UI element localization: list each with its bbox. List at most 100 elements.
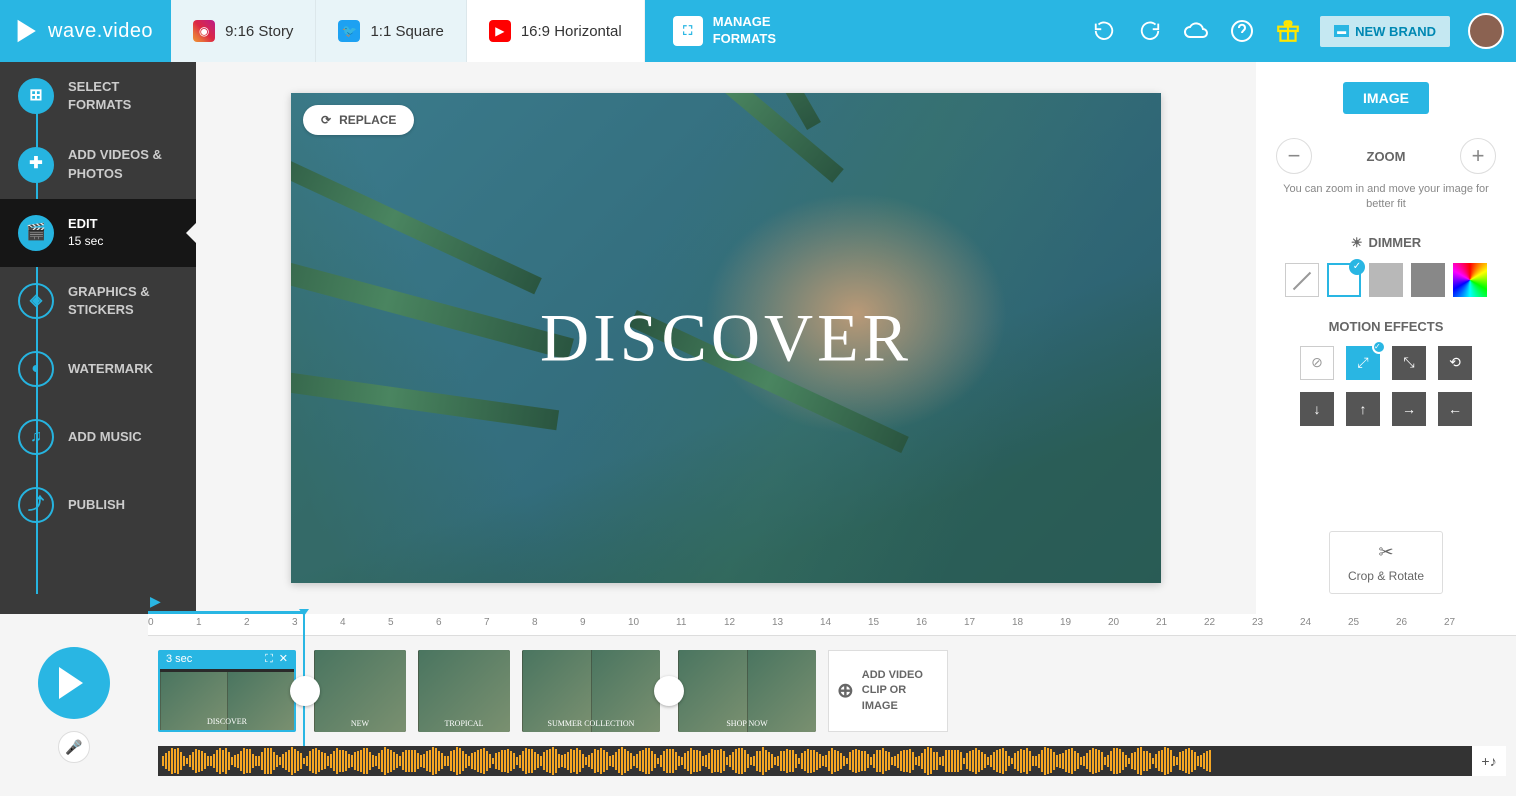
redo-icon[interactable] bbox=[1136, 17, 1164, 45]
music-icon: ♫ bbox=[18, 419, 54, 455]
ruler-mark: 22 bbox=[1204, 617, 1215, 628]
ruler-mark: 15 bbox=[868, 617, 879, 628]
avatar[interactable] bbox=[1468, 13, 1504, 49]
add-clip-icon: ⊕ bbox=[837, 677, 854, 705]
canvas[interactable]: DISCOVER ⟳ REPLACE bbox=[291, 93, 1161, 583]
ruler-mark: 6 bbox=[436, 617, 442, 628]
tab-story[interactable]: ◉ 9:16 Story bbox=[171, 0, 316, 62]
add-clip-button[interactable]: ⊕ ADD VIDEO CLIP OR IMAGE bbox=[828, 650, 948, 732]
audio-track[interactable]: +♪ bbox=[158, 746, 1506, 776]
motion-effects: ⊘ ⤢✓ ⤡ ⟲ ↓ ↑ → ← bbox=[1300, 346, 1472, 426]
ruler-mark: 10 bbox=[628, 617, 639, 628]
manage-formats-button[interactable]: ⛶ MANAGE FORMATS bbox=[653, 14, 796, 48]
zoom-label: ZOOM bbox=[1367, 149, 1406, 164]
formats-icon: ⊞ bbox=[18, 78, 54, 114]
zoom-in-button[interactable]: + bbox=[1460, 138, 1496, 174]
ruler[interactable]: 0123456789101112131415161718192021222324… bbox=[148, 614, 1516, 636]
effect-down[interactable]: ↓ bbox=[1300, 392, 1334, 426]
logo[interactable]: wave.video bbox=[12, 17, 153, 45]
header-actions: ▬ NEW BRAND bbox=[1090, 13, 1504, 49]
ruler-mark: 24 bbox=[1300, 617, 1311, 628]
twitter-icon: 🐦 bbox=[338, 20, 360, 42]
progress-indicator bbox=[148, 611, 303, 614]
cloud-icon[interactable] bbox=[1182, 17, 1210, 45]
logo-icon bbox=[12, 17, 40, 45]
help-icon[interactable] bbox=[1228, 17, 1256, 45]
tab-label: 9:16 Story bbox=[225, 23, 293, 40]
close-icon[interactable]: ✕ bbox=[279, 653, 288, 665]
zoom-hint: You can zoom in and move your image for … bbox=[1276, 182, 1496, 213]
image-tab-button[interactable]: IMAGE bbox=[1343, 82, 1429, 114]
sidebar-label: WATERMARK bbox=[68, 360, 153, 378]
sidebar-item-publish[interactable]: ⤴ PUBLISH bbox=[0, 471, 196, 539]
dimmer-color-picker[interactable] bbox=[1453, 263, 1487, 297]
play-button[interactable] bbox=[38, 647, 110, 719]
expand-icon[interactable]: ⛶ bbox=[265, 653, 273, 665]
ruler-mark: 1 bbox=[196, 617, 202, 628]
ruler-mark: 21 bbox=[1156, 617, 1167, 628]
clip-2[interactable]: NEW bbox=[314, 650, 406, 732]
tab-square[interactable]: 🐦 1:1 Square bbox=[316, 0, 466, 62]
add-audio-button[interactable]: +♪ bbox=[1472, 746, 1506, 776]
crop-icon: ✂ bbox=[1378, 542, 1393, 563]
mic-button[interactable]: 🎤 bbox=[58, 731, 90, 763]
ruler-mark: 8 bbox=[532, 617, 538, 628]
transition-button[interactable] bbox=[654, 676, 684, 706]
sidebar-label: ADD VIDEOS & PHOTOS bbox=[68, 146, 178, 182]
clip-4[interactable]: SUMMER COLLECTION bbox=[522, 650, 660, 732]
effect-left[interactable]: ← bbox=[1438, 392, 1472, 426]
sidebar-item-watermark[interactable]: ◐ WATERMARK bbox=[0, 335, 196, 403]
tab-horizontal[interactable]: ▶ 16:9 Horizontal bbox=[467, 0, 645, 62]
transition-button[interactable] bbox=[290, 676, 320, 706]
sidebar-item-music[interactable]: ♫ ADD MUSIC bbox=[0, 403, 196, 471]
ruler-mark: 17 bbox=[964, 617, 975, 628]
ruler-mark: 11 bbox=[676, 617, 686, 628]
sidebar-label: GRAPHICS & STICKERS bbox=[68, 283, 178, 319]
new-brand-button[interactable]: ▬ NEW BRAND bbox=[1320, 16, 1450, 47]
sidebar-item-edit[interactable]: 🎬 EDIT 15 sec bbox=[0, 199, 196, 267]
clip-header: 3 sec ⛶✕ bbox=[160, 650, 294, 669]
gift-icon[interactable] bbox=[1274, 17, 1302, 45]
ruler-mark: 18 bbox=[1012, 617, 1023, 628]
dimmer-light-gray[interactable] bbox=[1369, 263, 1403, 297]
dimmer-none[interactable] bbox=[1285, 263, 1319, 297]
effect-rotate[interactable]: ⟲ bbox=[1438, 346, 1472, 380]
sidebar-item-formats[interactable]: ⊞ SELECT FORMATS bbox=[0, 62, 196, 130]
sidebar-play-icon[interactable]: ▶ bbox=[150, 593, 161, 610]
ruler-mark: 23 bbox=[1252, 617, 1263, 628]
dimmer-dark-gray[interactable] bbox=[1411, 263, 1445, 297]
brand-icon: ▬ bbox=[1334, 25, 1349, 37]
replace-button[interactable]: ⟳ REPLACE bbox=[303, 105, 414, 135]
crop-rotate-button[interactable]: ✂ Crop & Rotate bbox=[1329, 531, 1443, 594]
zoom-out-button[interactable]: − bbox=[1276, 138, 1312, 174]
clip-5[interactable]: SHOP NOW bbox=[678, 650, 816, 732]
clip-3[interactable]: TROPICAL bbox=[418, 650, 510, 732]
clip-1[interactable]: 3 sec ⛶✕ DISCOVER bbox=[158, 650, 296, 732]
ruler-mark: 25 bbox=[1348, 617, 1359, 628]
effect-up[interactable]: ↑ bbox=[1346, 392, 1380, 426]
ruler-mark: 9 bbox=[580, 617, 586, 628]
ruler-mark: 5 bbox=[388, 617, 394, 628]
right-panel: IMAGE − ZOOM + You can zoom in and move … bbox=[1256, 62, 1516, 614]
brand-label: NEW BRAND bbox=[1355, 24, 1436, 39]
effect-zoom-in[interactable]: ⤢✓ bbox=[1346, 346, 1380, 380]
sidebar-label: PUBLISH bbox=[68, 496, 125, 514]
dimmer-white[interactable] bbox=[1327, 263, 1361, 297]
undo-icon[interactable] bbox=[1090, 17, 1118, 45]
logo-text: wave.video bbox=[48, 20, 153, 43]
instagram-icon: ◉ bbox=[193, 20, 215, 42]
publish-icon: ⤴ bbox=[18, 487, 54, 523]
effect-zoom-out[interactable]: ⤡ bbox=[1392, 346, 1426, 380]
sidebar-label: EDIT 15 sec bbox=[68, 215, 103, 250]
motion-title: MOTION EFFECTS bbox=[1329, 319, 1444, 334]
sidebar-item-graphics[interactable]: ◈ GRAPHICS & STICKERS bbox=[0, 267, 196, 335]
canvas-area: DISCOVER ⟳ REPLACE bbox=[196, 62, 1256, 614]
ruler-mark: 3 bbox=[292, 617, 298, 628]
ruler-mark: 19 bbox=[1060, 617, 1071, 628]
sidebar-item-photos[interactable]: ✚ ADD VIDEOS & PHOTOS bbox=[0, 130, 196, 198]
canvas-text[interactable]: DISCOVER bbox=[540, 299, 912, 378]
effect-none[interactable]: ⊘ bbox=[1300, 346, 1334, 380]
tab-label: 1:1 Square bbox=[370, 23, 443, 40]
effect-right[interactable]: → bbox=[1392, 392, 1426, 426]
photos-icon: ✚ bbox=[18, 147, 54, 183]
